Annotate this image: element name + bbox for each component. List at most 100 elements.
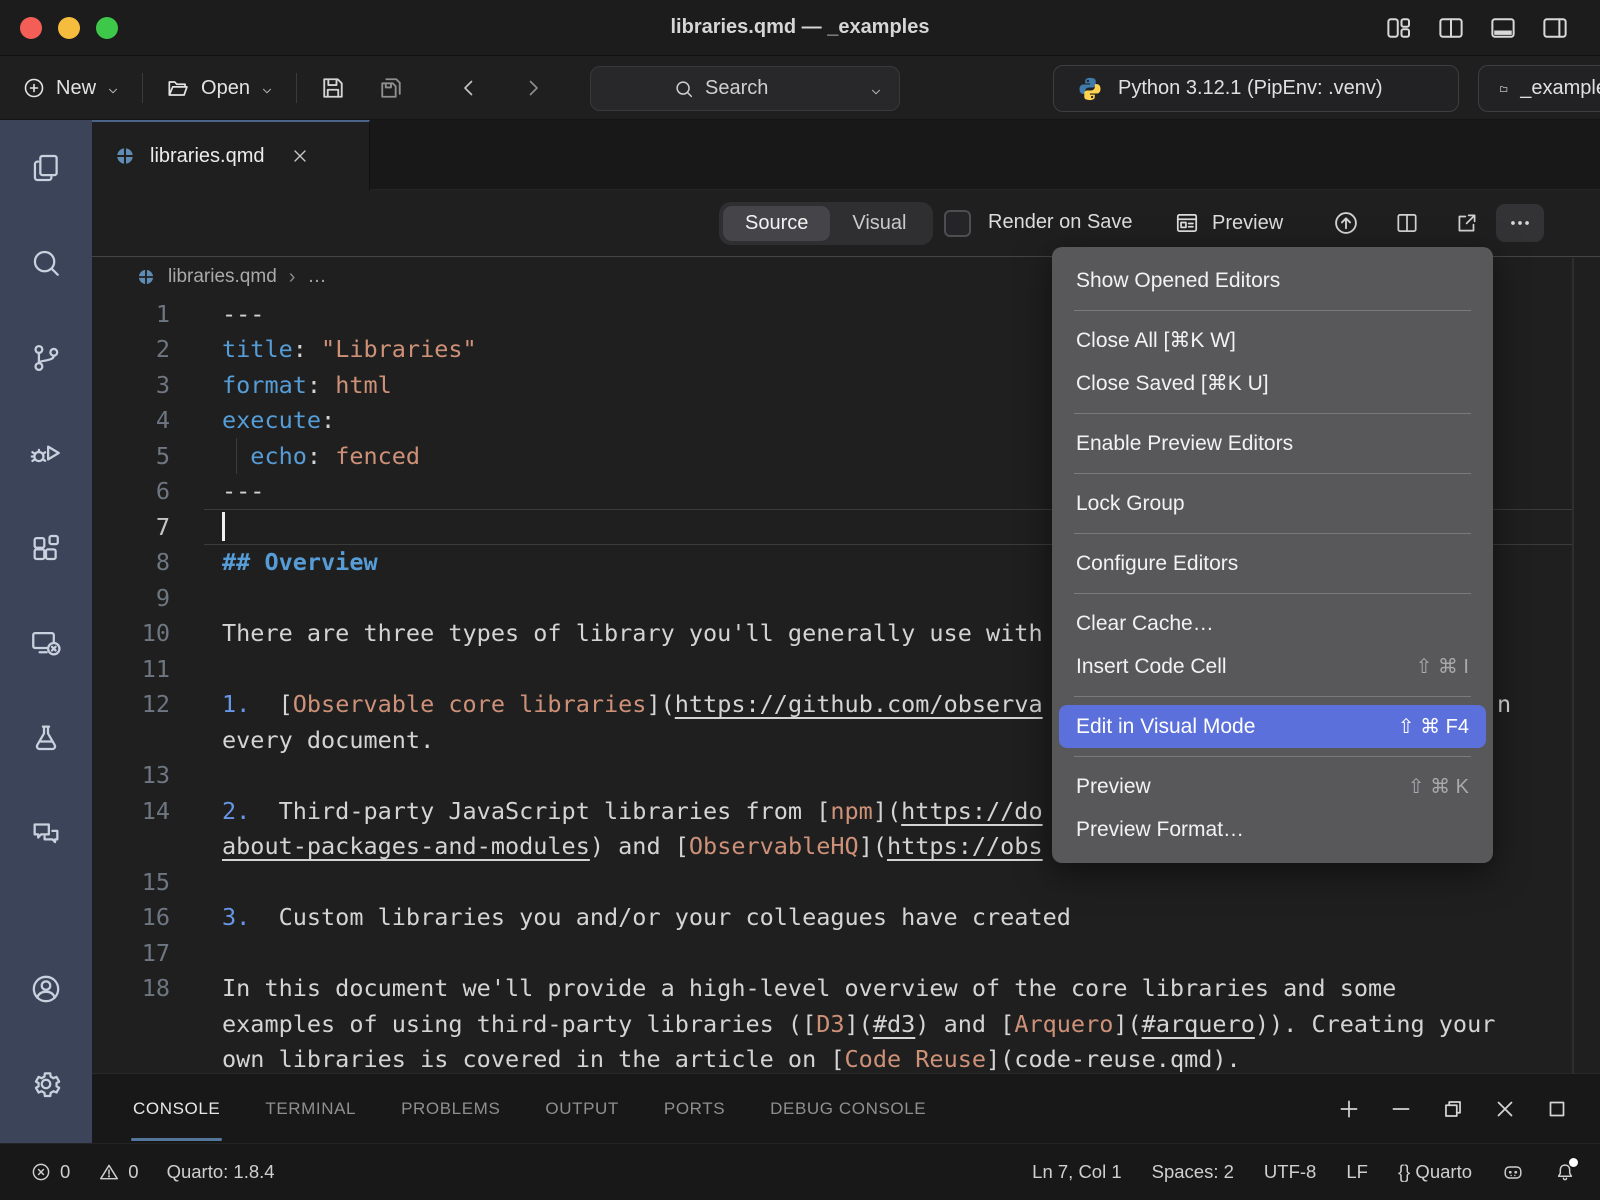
plus-icon[interactable] <box>1336 1096 1362 1122</box>
panel-tab-output[interactable]: OUTPUT <box>545 1074 618 1143</box>
source-mode-button[interactable]: Source <box>723 206 830 241</box>
line-number: 8 <box>92 548 170 576</box>
code-line-18[interactable]: 18In this document we'll provide a high-… <box>92 971 1573 1007</box>
minus-icon[interactable] <box>1388 1096 1414 1122</box>
sidebar-settings-icon[interactable] <box>0 1036 92 1131</box>
customize-layout-icon[interactable] <box>1384 13 1414 43</box>
status-utf-8[interactable]: UTF-8 <box>1264 1161 1316 1183</box>
sidebar-extensions-icon[interactable] <box>0 500 92 595</box>
sidebar-remote-icon[interactable] <box>0 595 92 690</box>
menu-item-enable-preview-editors[interactable]: Enable Preview Editors <box>1052 422 1493 465</box>
minimize-window-button[interactable] <box>58 17 80 39</box>
close-icon[interactable] <box>1492 1096 1518 1122</box>
line-number: 14 <box>92 797 170 825</box>
menu-item-show-opened-editors[interactable]: Show Opened Editors <box>1052 259 1493 302</box>
toolbar-separator <box>296 73 297 103</box>
navigate-forward-icon[interactable] <box>521 76 545 100</box>
panel-tab-console[interactable]: CONSOLE <box>133 1074 220 1143</box>
code-text: format: html <box>222 371 392 399</box>
code-text: There are three types of library you'll … <box>222 619 1043 647</box>
status-ln-7-col-1[interactable]: Ln 7, Col 1 <box>1032 1161 1121 1183</box>
code-line-wrap[interactable]: own libraries is covered in the article … <box>92 1042 1573 1078</box>
status-quarto-1-8-4[interactable]: Quarto: 1.8.4 <box>167 1161 275 1183</box>
save-icon[interactable] <box>319 74 347 102</box>
toggle-secondary-sidebar-icon[interactable] <box>1540 13 1570 43</box>
sidebar-comments-icon[interactable] <box>0 785 92 880</box>
interpreter-selector-button[interactable]: Python 3.12.1 (PipEnv: .venv) <box>1053 65 1459 112</box>
maximize-icon[interactable] <box>1544 1096 1570 1122</box>
save-all-icon[interactable] <box>377 74 405 102</box>
sidebar-source-control-icon[interactable] <box>0 310 92 405</box>
sidebar-debug-icon[interactable] <box>0 405 92 500</box>
code-line-wrap[interactable]: examples of using third-party libraries … <box>92 1006 1573 1042</box>
status-quarto[interactable]: {} Quarto <box>1398 1161 1472 1183</box>
code-text: 3. Custom libraries you and/or your coll… <box>222 903 1071 931</box>
close-window-button[interactable] <box>20 17 42 39</box>
new-button[interactable]: New <box>22 76 120 100</box>
render-on-save-checkbox[interactable] <box>944 210 971 237</box>
line-number: 15 <box>92 868 170 896</box>
menu-separator <box>1074 533 1471 534</box>
panel-tab-problems[interactable]: PROBLEMS <box>401 1074 500 1143</box>
status-error-icon[interactable]: 0 <box>30 1161 70 1183</box>
status-spaces-2[interactable]: Spaces: 2 <box>1152 1161 1234 1183</box>
new-icon <box>22 76 46 100</box>
menu-item-label: Insert Code Cell <box>1076 655 1227 679</box>
panel-tab-ports[interactable]: PORTS <box>664 1074 725 1143</box>
more-actions-button[interactable] <box>1496 204 1544 242</box>
menu-item-edit-in-visual-mode[interactable]: Edit in Visual Mode⇧ ⌘ F4 <box>1059 705 1486 748</box>
sidebar-search-icon[interactable] <box>0 215 92 310</box>
sidebar-testing-icon[interactable] <box>0 690 92 785</box>
menu-item-configure-editors[interactable]: Configure Editors <box>1052 542 1493 585</box>
chevron-down-icon <box>260 81 274 95</box>
menu-item-lock-group[interactable]: Lock Group <box>1052 482 1493 525</box>
interpreter-label: Python 3.12.1 (PipEnv: .venv) <box>1118 77 1383 100</box>
editor-scrollbar-edge[interactable] <box>1572 258 1574 1073</box>
toolbar-separator <box>142 73 143 103</box>
close-tab-icon[interactable] <box>290 146 310 166</box>
menu-item-insert-code-cell[interactable]: Insert Code Cell⇧ ⌘ I <box>1052 645 1493 688</box>
code-text: In this document we'll provide a high-le… <box>222 974 1396 1002</box>
status-bell-icon[interactable] <box>1554 1161 1576 1183</box>
menu-item-label: Clear Cache… <box>1076 612 1214 636</box>
visual-mode-button[interactable]: Visual <box>830 206 928 241</box>
line-number: 9 <box>92 584 170 612</box>
navigate-back-icon[interactable] <box>457 76 481 100</box>
extensions-icon <box>29 531 63 565</box>
restore-icon[interactable] <box>1440 1096 1466 1122</box>
menu-item-label: Preview <box>1076 775 1151 799</box>
menu-item-preview[interactable]: Preview⇧ ⌘ K <box>1052 765 1493 808</box>
tab-libraries-qmd[interactable]: libraries.qmd <box>92 120 370 190</box>
panel-tab-debug-console[interactable]: DEBUG CONSOLE <box>770 1074 926 1143</box>
code-line-15[interactable]: 15 <box>92 864 1573 900</box>
breadcrumb-more[interactable]: … <box>307 266 326 288</box>
python-logo-icon <box>1076 75 1104 103</box>
open-in-new-window-icon[interactable] <box>1454 210 1480 236</box>
split-editor-icon[interactable] <box>1394 210 1420 236</box>
zoom-window-button[interactable] <box>96 17 118 39</box>
source-visual-toggle: Source Visual <box>719 202 933 245</box>
workspace-button[interactable]: _examples <box>1478 65 1600 112</box>
code-line-16[interactable]: 16 3. Custom libraries you and/or your co… <box>92 900 1573 936</box>
menu-item-preview-format[interactable]: Preview Format… <box>1052 808 1493 851</box>
status-warning-icon[interactable]: 0 <box>98 1161 138 1183</box>
toggle-panel-icon[interactable] <box>1488 13 1518 43</box>
code-text: title: "Libraries" <box>222 335 477 363</box>
menu-item-clear-cache[interactable]: Clear Cache… <box>1052 602 1493 645</box>
status-lf[interactable]: LF <box>1346 1161 1368 1183</box>
code-line-17[interactable]: 17 <box>92 935 1573 971</box>
sidebar-account-icon[interactable] <box>0 941 92 1036</box>
open-button[interactable]: Open <box>165 75 274 101</box>
sidebar-files-icon[interactable] <box>0 120 92 215</box>
preview-button[interactable]: Preview <box>1174 210 1283 236</box>
menu-item-close-all-k-w[interactable]: Close All [⌘K W] <box>1052 319 1493 362</box>
search-input[interactable]: Search <box>590 66 900 111</box>
render-document-icon[interactable] <box>1332 209 1360 237</box>
panel-tab-terminal[interactable]: TERMINAL <box>265 1074 356 1143</box>
line-number: 16 <box>92 903 170 931</box>
menu-item-close-saved-k-u[interactable]: Close Saved [⌘K U] <box>1052 362 1493 405</box>
split-editor-layout-icon[interactable] <box>1436 13 1466 43</box>
breadcrumb-file[interactable]: libraries.qmd <box>168 266 277 288</box>
menu-separator <box>1074 473 1471 474</box>
status-copilot-icon[interactable] <box>1502 1161 1524 1183</box>
